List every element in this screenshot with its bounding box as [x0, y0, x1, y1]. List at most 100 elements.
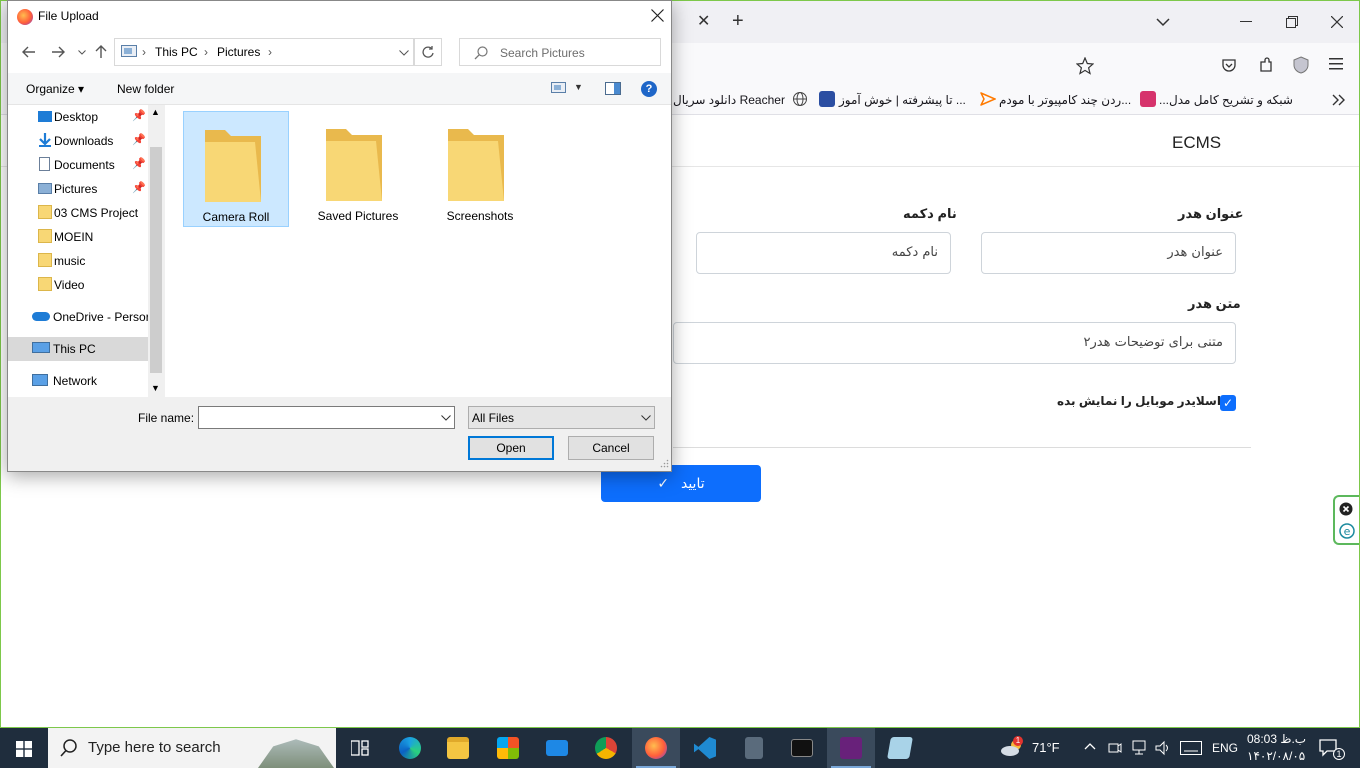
window-close-icon[interactable]	[1331, 16, 1343, 28]
nav-item-downloads[interactable]: Downloads 📌	[8, 129, 148, 153]
cancel-button[interactable]: Cancel	[568, 436, 654, 460]
file-explorer-icon	[447, 737, 469, 759]
menu-icon[interactable]	[1329, 58, 1343, 70]
widget-close-icon[interactable]	[1339, 502, 1353, 516]
notification-count: 1	[1333, 748, 1345, 760]
volume-icon[interactable]	[1155, 740, 1171, 756]
chevron-up-icon[interactable]	[1084, 742, 1096, 750]
task-view-button[interactable]	[336, 728, 384, 768]
tab-list-icon[interactable]	[1156, 17, 1170, 27]
file-type-select[interactable]: All Files	[468, 406, 655, 429]
dialog-close-icon[interactable]	[651, 9, 664, 22]
address-dropdown-icon[interactable]	[399, 50, 409, 56]
edge-app[interactable]	[386, 728, 434, 768]
taskbar-search-box[interactable]: Type here to search	[48, 728, 336, 768]
pocket-icon[interactable]	[1221, 57, 1237, 73]
dialog-footer: File name: All Files Open Cancel	[8, 397, 671, 471]
chevron-double-right-icon[interactable]	[1332, 94, 1346, 106]
nav-scroll-thumb[interactable]	[150, 147, 162, 373]
new-tab-button[interactable]: +	[732, 11, 744, 31]
refresh-button[interactable]	[414, 38, 442, 66]
nav-item-pictures[interactable]: Pictures 📌	[8, 177, 148, 201]
nav-item-label: MOEIN	[54, 230, 94, 244]
weather-temp[interactable]: 71°F	[1032, 740, 1060, 755]
nav-item-documents[interactable]: Documents 📌	[8, 153, 148, 177]
help-icon[interactable]: ?	[641, 81, 657, 97]
chrome-app[interactable]	[582, 728, 630, 768]
nav-item-desktop[interactable]: Desktop 📌	[8, 105, 148, 129]
terminal-app[interactable]	[778, 728, 826, 768]
folder-camera-roll[interactable]: Camera Roll	[183, 111, 289, 227]
up-arrow-icon[interactable]	[95, 45, 107, 59]
bookmark-star-icon[interactable]	[1076, 57, 1094, 75]
bookmark-item[interactable]: ...ردن چند کامپیوتر با مودم	[999, 93, 1131, 107]
view-options-icon[interactable]	[551, 82, 567, 94]
vscode-app[interactable]	[681, 728, 729, 768]
calculator-app[interactable]	[730, 728, 778, 768]
preview-pane-icon[interactable]	[605, 82, 621, 95]
visual-studio-app[interactable]	[827, 728, 875, 768]
check-icon: ✓	[657, 475, 670, 491]
address-row: › This PC › Pictures › Search Pictures	[8, 33, 671, 73]
keyboard-icon[interactable]	[1180, 741, 1202, 755]
nav-item-cms-project[interactable]: 03 CMS Project	[8, 201, 148, 225]
mail-app[interactable]	[533, 728, 581, 768]
taskbar: Type here to search 1 71°F ENG 08:03 ب.ظ…	[0, 728, 1360, 768]
address-bar[interactable]: › This PC › Pictures ›	[114, 38, 414, 66]
widget-e-icon[interactable]: e	[1339, 523, 1355, 539]
show-mobile-slider-checkbox[interactable]: ✓	[1220, 395, 1236, 411]
nav-item-label: Pictures	[54, 182, 98, 196]
recent-locations-icon[interactable]	[78, 50, 86, 55]
globe-icon	[793, 92, 807, 106]
bookmark-item[interactable]: ... تا پیشرفته | خوش آموز	[839, 93, 966, 107]
clock-time[interactable]: 08:03 ب.ظ	[1247, 732, 1306, 746]
nav-item-moein[interactable]: MOEIN	[8, 225, 148, 249]
camera-icon[interactable]	[1108, 740, 1122, 756]
bookmark-item[interactable]: شبکه و تشریح کامل مدل...	[1159, 93, 1293, 107]
folder-saved-pictures[interactable]: Saved Pictures	[305, 111, 411, 227]
search-input[interactable]: Search Pictures	[459, 38, 661, 66]
network-status-icon[interactable]	[1131, 740, 1147, 756]
resize-grip-icon[interactable]	[660, 459, 669, 468]
chevron-down-icon[interactable]	[441, 415, 451, 421]
forward-arrow-icon[interactable]	[51, 46, 65, 58]
bookmark-item[interactable]: Reacher دانلود سریال	[673, 93, 785, 107]
new-folder-button[interactable]: New folder	[117, 82, 174, 96]
nav-item-this-pc[interactable]: This PC	[8, 337, 148, 361]
folder-screenshots[interactable]: Screenshots	[427, 111, 533, 227]
open-button[interactable]: Open	[468, 436, 554, 460]
minimize-icon[interactable]	[1240, 21, 1252, 23]
header-text-input[interactable]: متنی برای توضیحات هدر۲	[673, 322, 1236, 364]
breadcrumb-this-pc[interactable]: This PC	[155, 45, 198, 59]
organize-menu[interactable]: Organize ▾	[26, 82, 84, 96]
notepad-app[interactable]	[876, 728, 924, 768]
folder-icon	[205, 130, 261, 202]
breadcrumb-pictures[interactable]: Pictures	[217, 45, 260, 59]
store-app[interactable]	[484, 728, 532, 768]
clock-date[interactable]: ۱۴۰۲/۰۸/۰۵	[1247, 749, 1305, 763]
extensions-icon[interactable]	[1258, 57, 1274, 73]
search-icon	[474, 46, 488, 60]
header-title-input[interactable]: عنوان هدر	[981, 232, 1236, 274]
folder-icon	[38, 205, 52, 219]
brand-title[interactable]: ECMS	[1172, 133, 1221, 153]
language-indicator[interactable]: ENG	[1212, 741, 1238, 755]
tab-close-icon[interactable]: ✕	[697, 12, 710, 32]
firefox-app[interactable]	[632, 728, 680, 768]
shield-icon[interactable]	[1293, 56, 1309, 74]
show-mobile-slider-label[interactable]: اسلایدر موبایل را نمایش بده	[1057, 394, 1221, 408]
button-name-input[interactable]: نام دکمه	[696, 232, 951, 274]
notepad-icon	[887, 737, 913, 759]
scroll-up-icon[interactable]: ▲	[151, 107, 160, 117]
nav-item-music[interactable]: music	[8, 249, 148, 273]
file-explorer-app[interactable]	[434, 728, 482, 768]
restore-icon[interactable]	[1286, 16, 1298, 28]
scroll-down-icon[interactable]: ▼	[151, 383, 160, 393]
back-arrow-icon[interactable]	[22, 46, 36, 58]
start-button[interactable]	[0, 728, 48, 768]
file-name-input[interactable]	[198, 406, 455, 429]
nav-item-video[interactable]: Video	[8, 273, 148, 297]
nav-item-onedrive[interactable]: OneDrive - Persor	[8, 305, 150, 329]
view-dropdown-icon[interactable]: ▼	[574, 82, 583, 92]
nav-item-network[interactable]: Network	[8, 369, 148, 393]
